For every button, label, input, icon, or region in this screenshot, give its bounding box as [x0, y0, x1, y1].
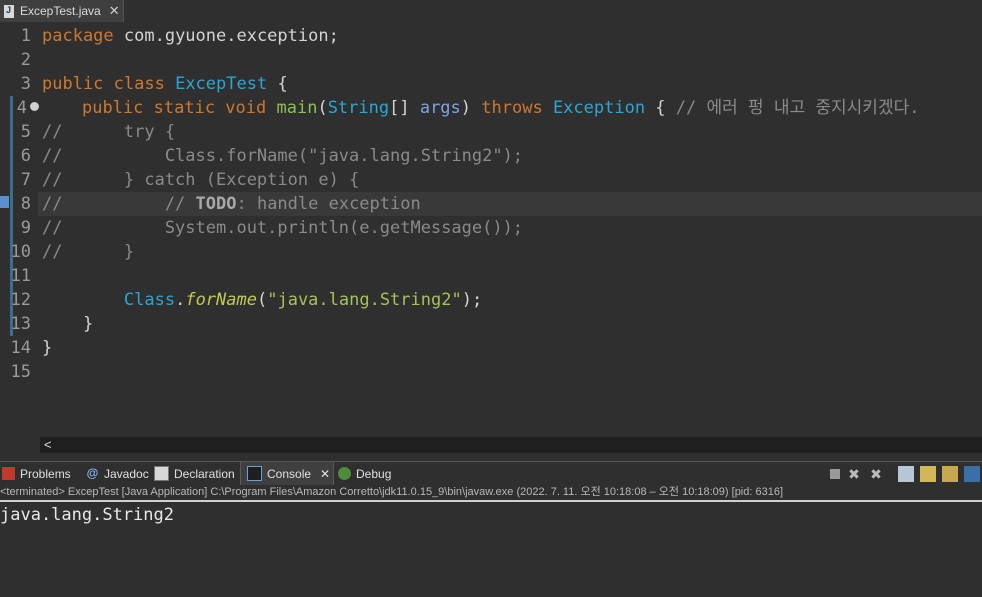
- scroll-left-icon[interactable]: <: [44, 437, 52, 453]
- code-line-8: // // TODO: handle exception: [42, 192, 421, 216]
- code-text: []: [389, 98, 420, 118]
- debug-icon: [338, 467, 351, 480]
- line-number: 6: [20, 146, 31, 166]
- code-text: {: [267, 74, 288, 94]
- line-number: 9: [20, 218, 31, 238]
- editor-tab-bar: ExcepTest.java ✕: [0, 0, 982, 24]
- line-number: 13: [10, 314, 31, 334]
- line-number: 14: [10, 338, 31, 358]
- console-icon: [247, 466, 262, 481]
- tab-declaration[interactable]: Declaration: [154, 462, 235, 485]
- line-number: 5: [20, 122, 31, 142]
- type-name: String: [327, 98, 390, 118]
- code-line-6: // Class.forName("java.lang.String2");: [42, 146, 524, 166]
- code-line-3: public class ExcepTest {: [42, 72, 288, 96]
- code-line-5: // try {: [42, 122, 176, 142]
- code-line-9: // System.out.println(e.getMessage());: [42, 218, 524, 238]
- line-number: 11: [10, 266, 31, 286]
- console-divider: [0, 500, 982, 502]
- line-number: 8: [20, 194, 31, 214]
- keyword: package: [42, 26, 114, 46]
- code-text: );: [461, 290, 483, 310]
- code-text: // //: [42, 194, 196, 214]
- editor-tab-exceptest[interactable]: ExcepTest.java ✕: [0, 0, 124, 22]
- tab-label: Console: [267, 466, 312, 481]
- code-text: (: [317, 98, 328, 118]
- code-line-10: // }: [42, 242, 135, 262]
- method-name: forName: [185, 290, 257, 310]
- line-number: 10: [10, 242, 31, 262]
- code-text: ): [460, 98, 482, 118]
- class-name: Class: [123, 290, 176, 310]
- line-number: 7: [20, 170, 31, 190]
- horizontal-scrollbar[interactable]: <: [40, 437, 982, 453]
- word-wrap-icon[interactable]: [942, 465, 958, 482]
- java-file-icon: [4, 4, 14, 18]
- scroll-lock-icon[interactable]: [920, 465, 936, 482]
- keyword: throws: [481, 98, 543, 118]
- console-toolbar: ✖ ✖: [824, 462, 982, 485]
- line-number: 2: [20, 50, 31, 70]
- line-number: 3: [20, 74, 31, 94]
- tab-label: Declaration: [174, 466, 235, 481]
- code-line-1: package com.gyuone.exception;: [42, 24, 339, 48]
- code-text: : handle exception: [236, 194, 421, 214]
- close-icon[interactable]: ✕: [109, 3, 120, 19]
- code-editor[interactable]: 1 2 3 4 5 6 7 8 9 10 11 12 13 14 15 pack…: [0, 23, 982, 437]
- remove-all-icon[interactable]: ✖: [868, 466, 884, 482]
- bottom-view-tabs: Problems @ Javadoc Declaration Console ✕…: [0, 461, 982, 485]
- comment: // 에러 펑 내고 중지시키겠다.: [675, 98, 920, 118]
- param-name: args: [419, 98, 461, 118]
- todo-tag: TODO: [195, 194, 237, 214]
- code-line-7: // } catch (Exception e) {: [42, 170, 360, 190]
- code-text: (: [256, 290, 268, 310]
- tab-debug[interactable]: Debug: [338, 462, 391, 485]
- line-number: 1: [20, 26, 31, 46]
- tab-label: Debug: [356, 466, 392, 481]
- declaration-icon: [154, 466, 169, 481]
- class-name: ExcepTest: [175, 74, 268, 94]
- tab-label: Javadoc: [104, 466, 149, 481]
- keyword: public static void: [82, 98, 267, 118]
- clear-console-icon[interactable]: [898, 465, 914, 482]
- problems-icon: [2, 467, 15, 480]
- tab-problems[interactable]: Problems: [2, 462, 71, 485]
- code-line-4: public static void main(String[] args) t…: [82, 96, 919, 120]
- line-number: 12: [10, 290, 31, 310]
- code-line-13: }: [42, 314, 94, 334]
- type-name: Exception: [552, 98, 646, 118]
- method-name: main: [276, 98, 318, 118]
- tab-label: Problems: [20, 466, 71, 481]
- code-line-14: }: [42, 338, 53, 358]
- terminate-icon[interactable]: [830, 468, 840, 479]
- code-text: .: [175, 290, 186, 310]
- fold-toggle-icon[interactable]: [30, 102, 39, 111]
- line-number: 15: [10, 362, 31, 382]
- line-number: 4: [16, 98, 27, 118]
- line-number-gutter: 1 2 3 4 5 6 7 8 9 10 11 12 13 14 15: [0, 23, 39, 437]
- code-line-12: Class.forName("java.lang.String2");: [42, 288, 482, 312]
- javadoc-icon: @: [86, 466, 99, 480]
- tab-javadoc[interactable]: @ Javadoc: [86, 462, 149, 485]
- remove-launch-icon[interactable]: ✖: [846, 466, 862, 482]
- console-status-line: <terminated> ExcepTest [Java Application…: [0, 485, 982, 500]
- keyword: public class: [42, 74, 165, 94]
- string-literal: "java.lang.String2": [267, 290, 462, 310]
- code-text: {: [645, 98, 676, 118]
- close-icon[interactable]: ✕: [320, 467, 330, 481]
- tab-console[interactable]: Console ✕: [240, 462, 334, 485]
- editor-tab-label: ExcepTest.java: [20, 4, 101, 18]
- code-text: com.gyuone.exception;: [113, 26, 339, 46]
- console-output-text[interactable]: java.lang.String2: [0, 503, 174, 527]
- pin-console-icon[interactable]: [964, 465, 980, 482]
